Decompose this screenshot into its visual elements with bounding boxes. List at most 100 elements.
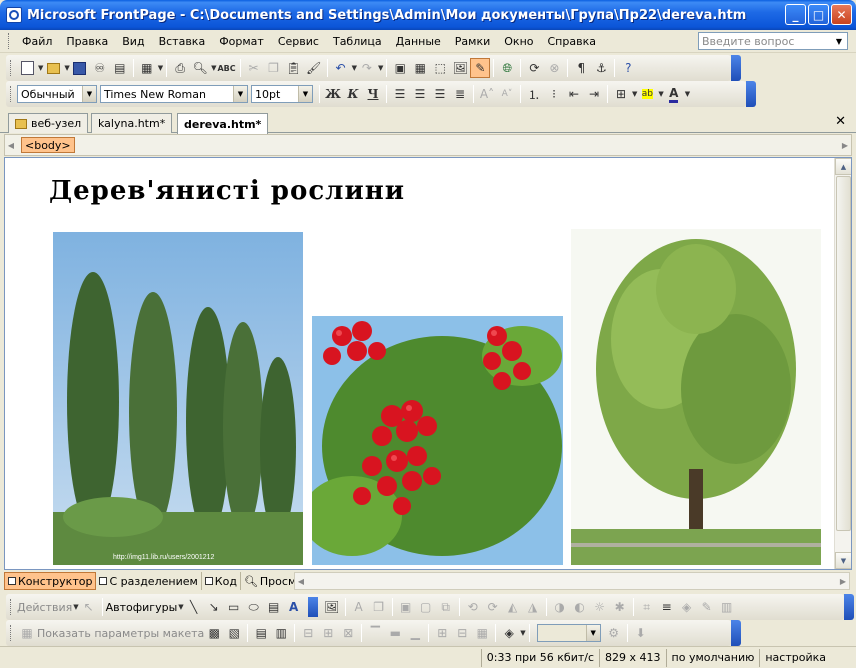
send-backward-button[interactable]: ▢ bbox=[416, 597, 436, 617]
line-style-button[interactable]: ≡ bbox=[657, 597, 677, 617]
close-document-icon[interactable]: ✕ bbox=[835, 114, 846, 129]
scroll-up-icon[interactable]: ▲ bbox=[835, 158, 851, 175]
cell-properties-button[interactable]: ▥ bbox=[271, 623, 291, 643]
insert-layer-button[interactable]: ⬚ bbox=[430, 58, 450, 78]
insert-columns-button[interactable]: ⊞ bbox=[318, 623, 338, 643]
highlight-button[interactable]: ab bbox=[637, 84, 657, 104]
insert-picture-button[interactable]: 🖼︎ bbox=[450, 58, 470, 78]
draw-layout-cell-button[interactable]: ▧ bbox=[224, 623, 244, 643]
justify-button[interactable]: ≣ bbox=[450, 84, 470, 104]
viburnum-berries-image[interactable] bbox=[312, 316, 563, 565]
menu-format[interactable]: Формат bbox=[212, 33, 271, 50]
preview-button[interactable]: 🔍︎ bbox=[190, 58, 210, 78]
font-select[interactable]: Times New Roman ▼ bbox=[100, 85, 248, 103]
redo-button[interactable]: ↷ bbox=[357, 58, 377, 78]
rotate-left-button[interactable]: ⟲ bbox=[463, 597, 483, 617]
toolbar-grip[interactable] bbox=[10, 599, 13, 615]
oval-button[interactable]: ⬭ bbox=[244, 597, 264, 617]
toolbar-grip[interactable] bbox=[10, 60, 13, 76]
body-tag[interactable]: <body> bbox=[21, 137, 75, 153]
menu-file[interactable]: Файл bbox=[15, 33, 59, 50]
toolbar-options-button[interactable] bbox=[746, 81, 756, 107]
spelling-button[interactable]: ABC bbox=[217, 58, 237, 78]
borders-button[interactable]: ⊞ bbox=[611, 84, 631, 104]
help-button[interactable]: ? bbox=[618, 58, 638, 78]
bullets-button[interactable]: ⁝ bbox=[544, 84, 564, 104]
tag-scroll-left-icon[interactable]: ◀ bbox=[5, 136, 17, 154]
toolbar-grip[interactable] bbox=[10, 625, 13, 641]
bold-button[interactable]: Ж bbox=[323, 84, 343, 104]
fill-button[interactable]: ◈ bbox=[499, 623, 519, 643]
hyperlink-button[interactable]: 🌐︎ bbox=[497, 58, 517, 78]
vertical-scroll-thumb[interactable] bbox=[836, 176, 851, 531]
menu-grip[interactable] bbox=[8, 33, 11, 49]
align-middle-button[interactable]: ▬ bbox=[385, 623, 405, 643]
chevron-down-icon[interactable]: ▼ bbox=[298, 86, 312, 102]
toolbar-options-button[interactable] bbox=[731, 55, 741, 81]
reset-picture-button[interactable]: ▥ bbox=[717, 597, 737, 617]
brightness-down-button[interactable]: ✱ bbox=[610, 597, 630, 617]
decrease-font-button[interactable]: A˅ bbox=[497, 84, 517, 104]
numbering-button[interactable]: ⒈ bbox=[524, 84, 544, 104]
page-dimensions[interactable]: 829 x 413 bbox=[599, 648, 666, 667]
tab-website[interactable]: веб-узел bbox=[8, 113, 89, 133]
show-layout-label[interactable]: Показать параметры макета bbox=[37, 627, 204, 640]
scroll-left-icon[interactable]: ◀ bbox=[295, 572, 307, 590]
table-autoformat-select[interactable]: ▼ bbox=[536, 624, 601, 642]
tag-scroll-right-icon[interactable]: ▶ bbox=[839, 136, 851, 154]
toggle-pane-button[interactable]: ▦ bbox=[137, 58, 157, 78]
actions-menu[interactable]: Действия bbox=[17, 601, 72, 614]
print-button[interactable]: ⎙ bbox=[170, 58, 190, 78]
font-size-select[interactable]: 10pt ▼ bbox=[251, 85, 313, 103]
toolbar-options-button[interactable] bbox=[731, 620, 741, 646]
drawing-toggle-button[interactable]: ✎ bbox=[470, 58, 491, 78]
crop-button[interactable]: ⌗ bbox=[637, 597, 657, 617]
chevron-down-icon[interactable]: ▼ bbox=[82, 86, 96, 102]
schema-default[interactable]: по умолчанию bbox=[665, 648, 760, 667]
poplar-trees-image[interactable]: http://img11.lib.ru/users/2001212 bbox=[53, 232, 303, 565]
drawing-toolbar-options[interactable] bbox=[307, 597, 318, 617]
menu-frames[interactable]: Рамки bbox=[448, 33, 497, 50]
linden-tree-image[interactable] bbox=[571, 229, 821, 565]
group-button[interactable]: ⧉ bbox=[436, 597, 456, 617]
anchor-button[interactable]: ⚓︎ bbox=[591, 58, 611, 78]
autoshapes-menu[interactable]: Автофигуры bbox=[106, 601, 178, 614]
pen-button[interactable]: ✎ bbox=[697, 597, 717, 617]
copy-button[interactable]: ❐ bbox=[264, 58, 284, 78]
align-right-button[interactable]: ☰ bbox=[430, 84, 450, 104]
select-arrow-button[interactable]: ↖ bbox=[79, 597, 99, 617]
textbox-button[interactable]: ▤ bbox=[264, 597, 284, 617]
cut-button[interactable]: ✂ bbox=[244, 58, 264, 78]
toolbar-grip[interactable] bbox=[10, 86, 13, 102]
show-layout-button[interactable]: ▦ bbox=[17, 623, 37, 643]
new-page-button[interactable] bbox=[17, 58, 37, 78]
brightness-up-button[interactable]: ☼ bbox=[590, 597, 610, 617]
css-custom[interactable]: настройка bbox=[759, 648, 856, 667]
tab-dereva[interactable]: dereva.htm* bbox=[177, 113, 269, 134]
bring-forward-button[interactable]: ▣ bbox=[396, 597, 416, 617]
tab-split[interactable]: С разделением bbox=[96, 572, 202, 590]
chevron-down-icon[interactable]: ▼ bbox=[233, 86, 247, 102]
menu-edit[interactable]: Правка bbox=[59, 33, 115, 50]
refresh-button[interactable]: ⟳ bbox=[524, 58, 544, 78]
align-top-button[interactable]: ▔ bbox=[365, 623, 385, 643]
page-heading[interactable]: Дерев'янисті рослини bbox=[49, 176, 405, 206]
frontpage-app-icon[interactable] bbox=[6, 7, 22, 23]
search-button[interactable]: ♾ bbox=[90, 58, 110, 78]
fill-color-button[interactable]: ◈ bbox=[677, 597, 697, 617]
align-center-button[interactable]: ☰ bbox=[410, 84, 430, 104]
design-editor[interactable]: Дерев'янисті рослини http://img11.lib.ru… bbox=[4, 157, 852, 570]
autofit-button[interactable]: ▦ bbox=[472, 623, 492, 643]
convert-button[interactable]: ⬇ bbox=[631, 623, 651, 643]
tab-design[interactable]: Конструктор bbox=[4, 572, 97, 590]
distribute-columns-button[interactable]: ⊟ bbox=[452, 623, 472, 643]
toolbar-options-button[interactable] bbox=[844, 594, 854, 620]
draw-layout-table-button[interactable]: ▩ bbox=[204, 623, 224, 643]
menu-help[interactable]: Справка bbox=[541, 33, 603, 50]
increase-indent-button[interactable]: ⇥ bbox=[584, 84, 604, 104]
menu-insert[interactable]: Вставка bbox=[152, 33, 213, 50]
insert-picture-button[interactable]: 🖼︎ bbox=[322, 597, 342, 617]
align-left-button[interactable]: ☰ bbox=[390, 84, 410, 104]
chevron-down-icon[interactable]: ▼ bbox=[585, 625, 600, 641]
line-button[interactable]: ╲ bbox=[184, 597, 204, 617]
